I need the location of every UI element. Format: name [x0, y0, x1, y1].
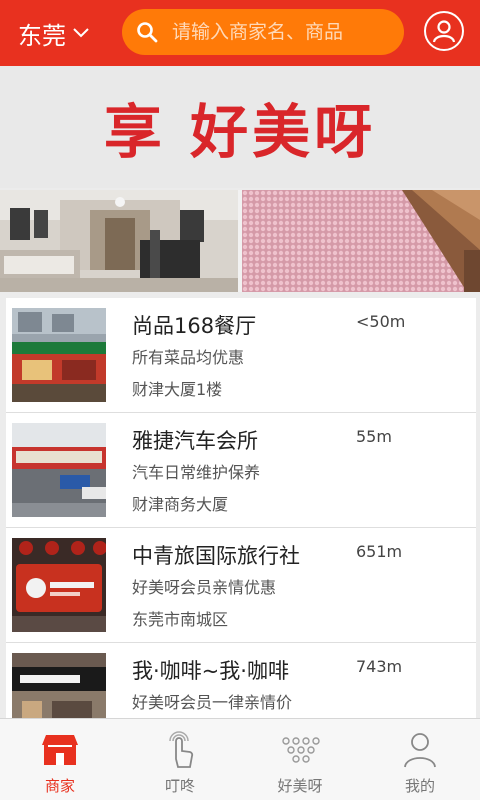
merchant-distance: <50m — [356, 312, 406, 331]
merchant-offer: 好美呀会员一律亲情价 — [132, 693, 293, 712]
merchant-distance: 55m — [356, 427, 392, 446]
list-item[interactable]: 我·咖啡~我·咖啡 743m 好美呀会员一律亲情价 — [6, 643, 476, 718]
merchant-thumbnail — [12, 538, 106, 632]
beads-photo[interactable] — [242, 190, 480, 292]
merchant-list: 尚品168餐厅 <50m 所有菜品均优惠 财津大厦1楼 雅捷汽车会所 55m 汽… — [6, 298, 476, 718]
tab-haomeiya[interactable]: 好美呀 — [240, 719, 360, 800]
merchant-address: 财津商务大厦 — [132, 495, 229, 514]
merchant-name: 雅捷汽车会所 — [132, 429, 258, 453]
user-icon — [432, 20, 456, 43]
search-box[interactable] — [122, 9, 404, 55]
tab-merchants[interactable]: 商家 — [0, 719, 120, 800]
merchant-offer: 好美呀会员亲情优惠 — [132, 578, 277, 597]
tab-label: 好美呀 — [277, 777, 323, 795]
tab-label: 我的 — [404, 777, 435, 795]
merchant-offer: 所有菜品均优惠 — [132, 348, 245, 367]
chevron-down-icon — [73, 28, 89, 38]
person-icon — [404, 733, 436, 768]
top-bar: 东莞 — [0, 0, 480, 66]
banner-slogan: 享 好美呀 — [103, 98, 377, 166]
user-profile-button[interactable] — [424, 11, 464, 51]
search-icon — [137, 22, 158, 43]
living-room-photo[interactable] — [0, 190, 238, 292]
tab-label: 商家 — [44, 777, 75, 795]
tab-dingdong[interactable]: 叮咚 — [120, 719, 240, 800]
merchant-address: 东莞市南城区 — [132, 610, 229, 629]
tap-hand-icon — [169, 731, 194, 768]
merchant-offer: 汽车日常维护保养 — [132, 463, 261, 482]
list-item[interactable]: 尚品168餐厅 <50m 所有菜品均优惠 财津大厦1楼 — [6, 298, 476, 413]
list-item[interactable]: 中青旅国际旅行社 651m 好美呀会员亲情优惠 东莞市南城区 — [6, 528, 476, 643]
promo-banner[interactable]: 享 好美呀 — [0, 66, 480, 188]
merchant-name: 中青旅国际旅行社 — [132, 544, 300, 568]
search-input[interactable] — [172, 21, 392, 43]
merchant-distance: 743m — [356, 657, 403, 676]
city-selector[interactable]: 东莞 — [18, 16, 90, 50]
merchant-name: 我·咖啡~我·咖啡 — [132, 659, 289, 683]
shop-icon — [42, 735, 78, 765]
merchant-distance: 651m — [356, 542, 403, 561]
bottom-tab-bar: 商家 叮咚 好美呀 我的 — [0, 718, 480, 800]
list-item[interactable]: 雅捷汽车会所 55m 汽车日常维护保养 财津商务大厦 — [6, 413, 476, 528]
merchant-thumbnail — [12, 653, 106, 718]
merchant-thumbnail — [12, 423, 106, 517]
merchant-address: 财津大厦1楼 — [132, 380, 223, 399]
tab-mine[interactable]: 我的 — [360, 719, 480, 800]
tab-label: 叮咚 — [164, 777, 195, 795]
dots-icon — [282, 737, 320, 763]
merchant-thumbnail — [12, 308, 106, 402]
city-label: 东莞 — [18, 21, 66, 50]
merchant-name: 尚品168餐厅 — [132, 314, 257, 338]
photo-strip — [0, 190, 480, 292]
